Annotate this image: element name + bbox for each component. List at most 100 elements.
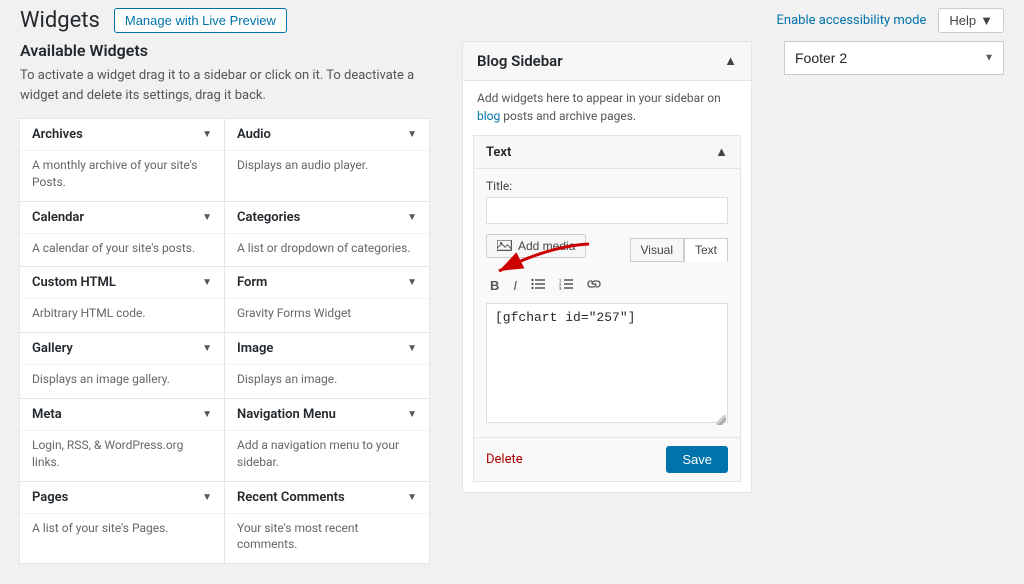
widget-desc-custom-html: Arbitrary HTML code.: [20, 299, 224, 332]
widget-desc-categories: A list or dropdown of categories.: [225, 234, 429, 267]
widget-desc-pages: A list of your site's Pages.: [20, 514, 224, 547]
widget-item-recent-comments: Recent Comments ▼ Your site's most recen…: [224, 481, 430, 565]
widget-name-custom-html: Custom HTML: [32, 275, 116, 290]
chevron-down-icon: ▼: [407, 409, 417, 420]
chevron-down-icon: ▼: [407, 492, 417, 503]
widget-item-calendar: Calendar ▼ A calendar of your site's pos…: [19, 201, 225, 268]
widget-name-pages: Pages: [32, 490, 68, 505]
widget-name-form: Form: [237, 275, 267, 290]
svg-text:3.: 3.: [559, 286, 562, 291]
bold-button[interactable]: B: [486, 276, 503, 295]
text-widget-header[interactable]: Text ▲: [474, 136, 740, 169]
widget-header-meta[interactable]: Meta ▼: [20, 399, 224, 431]
widget-item-archives: Archives ▼ A monthly archive of your sit…: [19, 118, 225, 202]
blog-sidebar-header: Blog Sidebar ▲: [463, 42, 751, 81]
widget-name-audio: Audio: [237, 127, 271, 142]
widget-name-categories: Categories: [237, 210, 300, 225]
widget-name-navigation-menu: Navigation Menu: [237, 407, 336, 422]
widget-header-audio[interactable]: Audio ▼: [225, 119, 429, 151]
text-widget-box: Text ▲ Title:: [473, 135, 741, 482]
visual-tab[interactable]: Visual: [630, 238, 684, 262]
blog-link[interactable]: blog: [477, 109, 500, 123]
accessibility-link[interactable]: Enable accessibility mode: [777, 13, 927, 28]
widget-item-custom-html: Custom HTML ▼ Arbitrary HTML code.: [19, 266, 225, 333]
ordered-list-button[interactable]: 1. 2. 3.: [555, 276, 577, 295]
page-wrapper: Widgets Manage with Live Preview Enable …: [0, 0, 1024, 584]
text-widget-title: Text: [486, 145, 511, 160]
toolbar-row: B I: [486, 272, 728, 295]
widget-desc-navigation-menu: Add a navigation menu to your sidebar.: [225, 431, 429, 481]
widget-header-pages[interactable]: Pages ▼: [20, 482, 224, 514]
widget-item-navigation-menu: Navigation Menu ▼ Add a navigation menu …: [224, 398, 430, 482]
chevron-down-icon: ▼: [407, 212, 417, 223]
blog-sidebar-box: Blog Sidebar ▲ Add widgets here to appea…: [462, 41, 752, 493]
footer2-select[interactable]: Footer 2: [784, 41, 1004, 75]
chevron-up-icon: ▲: [715, 144, 728, 160]
chevron-down-icon: ▼: [202, 492, 212, 503]
widget-header-recent-comments[interactable]: Recent Comments ▼: [225, 482, 429, 514]
link-icon: [587, 278, 601, 290]
widget-item-form: Form ▼ Gravity Forms Widget: [224, 266, 430, 333]
chevron-up-icon: ▲: [724, 53, 737, 69]
save-button[interactable]: Save: [666, 446, 728, 473]
help-button[interactable]: Help ▼: [938, 8, 1004, 33]
chevron-down-icon: ▼: [202, 277, 212, 288]
list-ul-icon: [531, 278, 545, 290]
widget-item-audio: Audio ▼ Displays an audio player.: [224, 118, 430, 202]
italic-button[interactable]: I: [509, 276, 521, 295]
widget-name-meta: Meta: [32, 407, 62, 422]
widget-footer: Delete Save: [474, 437, 740, 481]
widget-item-gallery: Gallery ▼ Displays an image gallery.: [19, 332, 225, 399]
widget-name-gallery: Gallery: [32, 341, 73, 356]
widget-name-archives: Archives: [32, 127, 83, 142]
footer2-wrapper: Footer 2: [784, 41, 1004, 75]
widget-header-gallery[interactable]: Gallery ▼: [20, 333, 224, 365]
widget-desc-image: Displays an image.: [225, 365, 429, 398]
widget-title-input[interactable]: [486, 197, 728, 224]
widget-header-categories[interactable]: Categories ▼: [225, 202, 429, 234]
widget-header-navigation-menu[interactable]: Navigation Menu ▼: [225, 399, 429, 431]
widget-desc-audio: Displays an audio player.: [225, 151, 429, 184]
chevron-down-icon: ▼: [407, 343, 417, 354]
chevron-down-icon: ▼: [980, 13, 993, 28]
widget-desc-archives: A monthly archive of your site's Posts.: [20, 151, 224, 201]
manage-live-preview-button[interactable]: Manage with Live Preview: [114, 8, 287, 33]
media-icon: [497, 240, 513, 252]
text-tab[interactable]: Text: [684, 238, 728, 262]
left-panel: Available Widgets To activate a widget d…: [20, 41, 430, 564]
widget-item-categories: Categories ▼ A list or dropdown of categ…: [224, 201, 430, 268]
widget-name-image: Image: [237, 341, 273, 356]
chevron-down-icon: ▼: [202, 129, 212, 140]
add-media-label: Add media: [518, 239, 575, 253]
chevron-down-icon: ▼: [407, 129, 417, 140]
visual-text-tabs: Visual Text: [630, 238, 728, 262]
widget-header-form[interactable]: Form ▼: [225, 267, 429, 299]
widget-desc-form: Gravity Forms Widget: [225, 299, 429, 332]
link-button[interactable]: [583, 276, 605, 295]
text-area-container: [gfchart id="257"]: [486, 303, 728, 427]
list-ol-icon: 1. 2. 3.: [559, 278, 573, 290]
right-panel: Footer 2: [784, 41, 1004, 564]
main-content: Available Widgets To activate a widget d…: [0, 41, 1024, 584]
widget-item-pages: Pages ▼ A list of your site's Pages.: [19, 481, 225, 565]
widget-item-meta: Meta ▼ Login, RSS, & WordPress.org links…: [19, 398, 225, 482]
widget-desc-calendar: A calendar of your site's posts.: [20, 234, 224, 267]
available-widgets-title: Available Widgets: [20, 41, 430, 60]
top-bar: Widgets Manage with Live Preview Enable …: [0, 0, 1024, 41]
blog-sidebar-title: Blog Sidebar: [477, 52, 563, 70]
widget-content-textarea[interactable]: [gfchart id="257"]: [486, 303, 728, 423]
top-bar-right: Enable accessibility mode Help ▼: [777, 8, 1004, 33]
delete-link[interactable]: Delete: [486, 452, 523, 467]
widget-item-image: Image ▼ Displays an image.: [224, 332, 430, 399]
widget-header-image[interactable]: Image ▼: [225, 333, 429, 365]
unordered-list-button[interactable]: [527, 276, 549, 295]
chevron-down-icon: ▼: [202, 343, 212, 354]
widget-header-archives[interactable]: Archives ▼: [20, 119, 224, 151]
blog-sidebar-description: Add widgets here to appear in your sideb…: [463, 81, 751, 135]
available-widgets-description: To activate a widget drag it to a sideba…: [20, 66, 430, 105]
widget-desc-recent-comments: Your site's most recent comments.: [225, 514, 429, 564]
center-panel: Blog Sidebar ▲ Add widgets here to appea…: [430, 41, 784, 564]
widget-header-custom-html[interactable]: Custom HTML ▼: [20, 267, 224, 299]
add-media-button[interactable]: Add media: [486, 234, 586, 258]
widget-header-calendar[interactable]: Calendar ▼: [20, 202, 224, 234]
